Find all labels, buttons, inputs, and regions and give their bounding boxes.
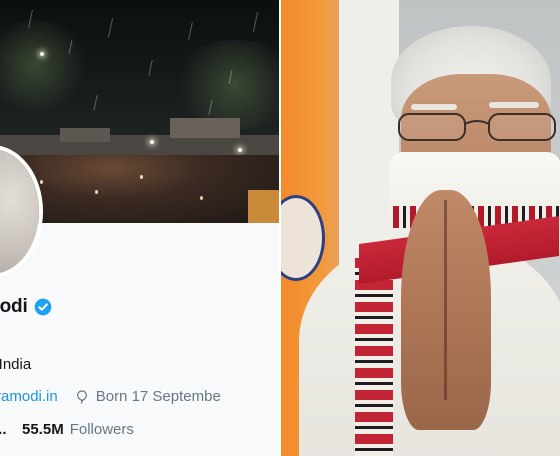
profile-meta-row: rendramodi.in Born 17 Septembe bbox=[0, 388, 221, 405]
building-shape bbox=[60, 128, 110, 142]
rain-streak bbox=[107, 18, 114, 38]
balloon-icon bbox=[76, 389, 87, 404]
orange-board bbox=[248, 190, 279, 223]
crowd-light bbox=[40, 180, 43, 184]
crowd-light bbox=[95, 190, 98, 194]
crowd-light bbox=[140, 175, 143, 179]
right-eyebrow bbox=[489, 102, 539, 108]
eyeglasses-shape bbox=[398, 113, 556, 141]
profile-bio: of India bbox=[0, 356, 32, 373]
lamp-light bbox=[238, 148, 242, 152]
tree-shape bbox=[0, 20, 90, 110]
profile-birth-date: Born 17 Septembe bbox=[95, 388, 221, 405]
profile-banner-image[interactable] bbox=[0, 0, 279, 223]
verified-badge-icon bbox=[34, 298, 51, 316]
building-shape bbox=[0, 135, 279, 157]
twitter-profile-panel: Modi i of India rendramodi.in Born 17 Se… bbox=[0, 0, 279, 456]
stole-pattern bbox=[355, 258, 393, 456]
tree-shape bbox=[170, 40, 279, 130]
following-count[interactable]: ... bbox=[0, 421, 10, 438]
lamp-light bbox=[40, 52, 44, 56]
followers-count[interactable]: 55.5M bbox=[22, 421, 64, 438]
crowd-light bbox=[200, 196, 203, 200]
rain-streak bbox=[252, 12, 259, 32]
rain-streak bbox=[93, 95, 98, 111]
building-shape bbox=[170, 118, 240, 138]
hands-line bbox=[444, 200, 447, 400]
followers-label[interactable]: Followers bbox=[70, 421, 134, 438]
profile-name-row: Modi bbox=[0, 296, 53, 318]
profile-name: Modi bbox=[0, 296, 28, 317]
profile-website-link[interactable]: rendramodi.in bbox=[0, 388, 58, 405]
rain-streak bbox=[188, 22, 193, 40]
portrait-photo bbox=[281, 0, 560, 456]
lamp-light bbox=[150, 140, 154, 144]
profile-follow-stats: ... 55.5M Followers bbox=[0, 421, 134, 438]
rain-streak bbox=[148, 60, 153, 76]
